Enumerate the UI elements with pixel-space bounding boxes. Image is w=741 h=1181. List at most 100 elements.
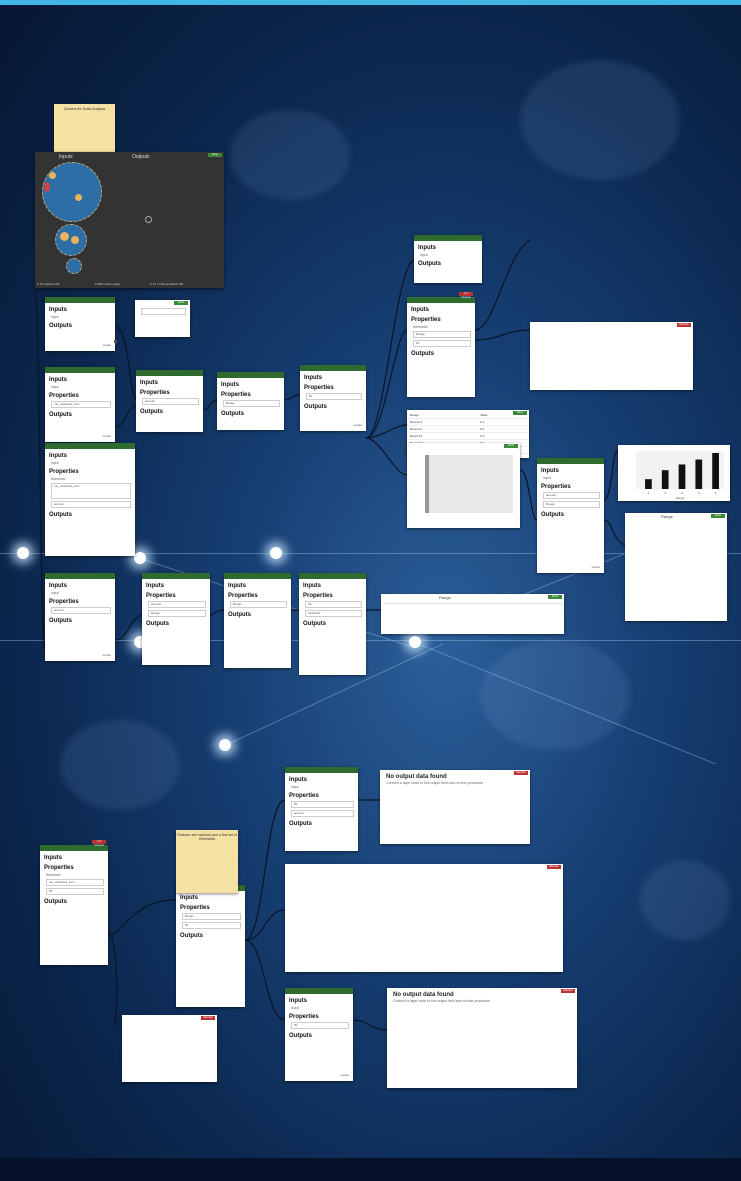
preview-field	[141, 308, 186, 315]
property-field[interactable]: amount	[543, 492, 600, 499]
node-header	[45, 573, 115, 579]
done-badge[interactable]: Done	[513, 411, 527, 415]
column-selector-node[interactable]: Inputs input Properties threshold mu_clu…	[45, 443, 135, 556]
property-field[interactable]: 50	[182, 922, 241, 929]
output-bubble[interactable]	[145, 216, 152, 223]
node-header	[285, 767, 358, 773]
properties-heading: Properties	[44, 865, 74, 871]
property-field[interactable]: 50	[46, 888, 104, 895]
no-output-source-node[interactable]: Inputs input Properties 50 amount Output…	[285, 767, 358, 851]
cluster-bubble-highlight	[44, 182, 50, 192]
property-field[interactable]: Range	[230, 601, 287, 608]
outputs-heading: Outputs	[221, 411, 244, 417]
cluster-bubble-tiny[interactable]	[66, 258, 82, 274]
outputs-heading: Outputs	[228, 612, 251, 618]
property-field[interactable]: threshold	[305, 610, 362, 617]
output-port-label: output	[102, 434, 111, 438]
property-field[interactable]: amount	[51, 501, 131, 508]
node-header	[414, 235, 482, 241]
column-field[interactable]: mu_clustered_sum	[51, 401, 111, 408]
node-header	[224, 573, 291, 579]
table-row[interactable]: Record 2 0.2	[407, 425, 529, 433]
chart-config-node[interactable]: Inputs input Properties amount Range Out…	[537, 458, 604, 573]
data-source-node[interactable]: Inputs input Outputs output	[45, 297, 117, 351]
inputs-heading: Inputs	[411, 307, 429, 313]
bottom-strip	[0, 1158, 741, 1181]
done-badge[interactable]: Done	[548, 595, 562, 599]
properties-heading: Properties	[49, 393, 79, 399]
result-panel[interactable]: Attention	[530, 322, 693, 390]
large-output-panel[interactable]: Attention	[285, 864, 563, 972]
feature-node[interactable]: Inputs Properties Range 50 Outputs	[176, 885, 245, 1007]
bar	[678, 464, 686, 489]
property-field[interactable]: amount	[51, 607, 111, 614]
inputs-heading: Inputs	[146, 583, 164, 589]
node-header	[285, 988, 353, 994]
property-field[interactable]: Range	[413, 331, 471, 338]
output-port[interactable]	[114, 340, 117, 343]
property-field[interactable]: amount	[291, 810, 354, 817]
done-badge[interactable]: Done	[174, 301, 188, 305]
error-badge[interactable]: 1.17 Compute	[92, 840, 106, 847]
filter-node-2[interactable]: Inputs Properties Range Outputs	[224, 573, 291, 668]
properties-heading: Properties	[289, 1014, 319, 1020]
property-field[interactable]: Range	[223, 400, 280, 407]
property-field[interactable]: 50	[291, 1022, 349, 1029]
threshold-node-3[interactable]: 1.17 Compute Inputs Properties threshold…	[40, 840, 108, 965]
property-field[interactable]: amount	[142, 398, 199, 405]
property-field[interactable]: Range	[148, 610, 206, 617]
bar-chart-panel[interactable]: 1 2 3 4 5 Range	[618, 445, 730, 501]
plot-area	[425, 455, 513, 513]
threshold-node[interactable]: 1.17 Compute Inputs Properties threshold…	[407, 292, 475, 397]
no-output-panel[interactable]: Attention No output data found Connect a…	[380, 770, 530, 844]
group-by-node-2[interactable]: Inputs input Properties amount Outputs o…	[45, 573, 115, 661]
range-table-panel[interactable]: Range Done	[381, 594, 564, 634]
split-node[interactable]: Inputs Properties 50 Outputs output	[300, 365, 366, 431]
outputs-heading: Outputs	[303, 621, 326, 627]
property-label: threshold	[46, 873, 61, 877]
outputs-heading: Outputs	[541, 512, 564, 518]
property-field[interactable]: Range	[543, 501, 600, 508]
aggregate-node-2[interactable]: Inputs Properties amount Range Outputs	[142, 573, 210, 665]
property-field[interactable]: amount	[148, 601, 206, 608]
aggregate-node[interactable]: Inputs Properties amount Outputs	[136, 370, 203, 432]
output-node[interactable]: Inputs input Outputs	[414, 235, 482, 283]
no-output-panel-2[interactable]: Attention No output data found Connect a…	[387, 988, 577, 1088]
outputs-heading: Outputs	[49, 618, 72, 624]
threshold-node-2[interactable]: Inputs Properties 50 threshold Outputs	[299, 573, 366, 675]
attention-badge[interactable]: Attention	[547, 865, 561, 869]
properties-heading: Properties	[140, 390, 170, 396]
inputs-heading: Inputs	[228, 583, 246, 589]
sticky-note[interactable]: Features are explored and a first set of…	[176, 830, 238, 893]
property-field[interactable]: Range	[182, 913, 241, 920]
property-field[interactable]: 50	[306, 393, 362, 400]
done-badge[interactable]: Done	[711, 514, 725, 518]
histogram-panel[interactable]: Done	[407, 443, 520, 528]
value-preview-panel[interactable]: Done	[135, 300, 190, 337]
small-output-panel[interactable]: Attention	[122, 1015, 217, 1082]
range-output-panel[interactable]: Range Done	[625, 513, 727, 621]
property-field[interactable]: 50	[305, 601, 362, 608]
group-by-node[interactable]: Inputs input Properties mu_clustered_sum…	[45, 367, 115, 442]
no-output-source-node-2[interactable]: Inputs input Properties 50 Outputs outpu…	[285, 988, 353, 1081]
done-badge[interactable]: Done	[208, 153, 222, 157]
outputs-heading: Outputs	[44, 899, 67, 905]
outputs-heading: Outputs	[418, 261, 441, 267]
table-row[interactable]: Record 3 0.3	[407, 432, 529, 440]
output-port-label: output	[102, 653, 111, 657]
error-badge[interactable]: 1.17 Compute	[459, 292, 473, 299]
sticky-note[interactable]: Clusters for Scale Analysis	[54, 104, 115, 155]
property-field[interactable]: 50	[413, 340, 471, 347]
attention-badge[interactable]: Attention	[561, 989, 575, 993]
attention-badge[interactable]: Attention	[514, 771, 528, 775]
input-port-label: input	[51, 385, 59, 389]
attention-badge[interactable]: Attention	[201, 1016, 215, 1020]
cluster-bubble-large[interactable]	[42, 162, 102, 222]
attention-badge[interactable]: Attention	[677, 323, 691, 327]
property-field[interactable]: mu_clustered_sum	[46, 879, 104, 886]
table-row[interactable]: Record 1 0.1	[407, 418, 529, 426]
filter-node[interactable]: Inputs Properties Range Outputs	[217, 372, 284, 430]
columns-multiselect[interactable]: mu_clustered_sum	[51, 483, 131, 499]
property-field[interactable]: 50	[291, 801, 354, 808]
done-badge[interactable]: Done	[504, 444, 518, 448]
